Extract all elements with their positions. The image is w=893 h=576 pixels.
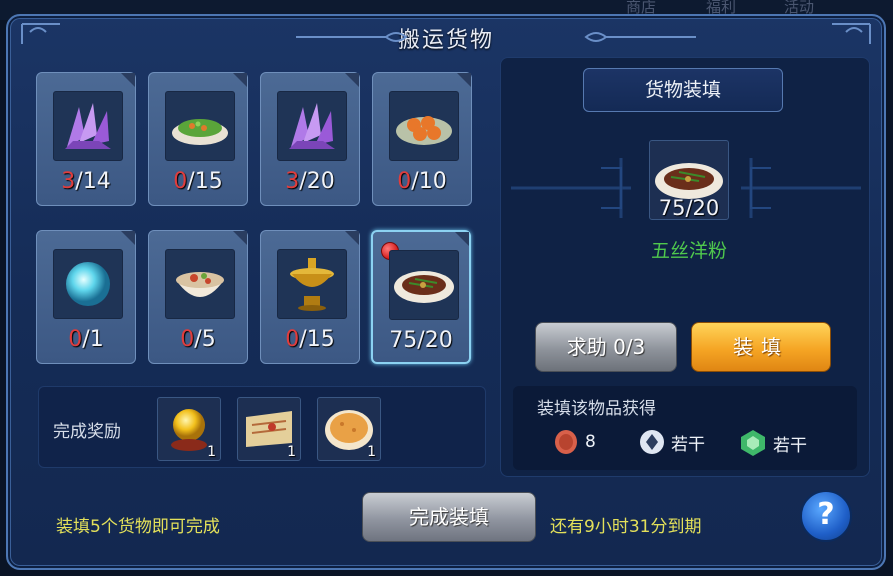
- completion-requirement-text: 装填5个货物即可完成: [56, 517, 220, 537]
- slot-current-count: 0: [68, 327, 83, 352]
- title-bar: 搬运货物: [16, 20, 876, 54]
- gain-value: 若干: [773, 435, 807, 456]
- slot-current-count: 0: [285, 327, 300, 352]
- cargo-slot-selected[interactable]: 75/20: [371, 230, 471, 364]
- slot-current-count: 0: [397, 169, 412, 194]
- slot-total-count: /15: [187, 169, 223, 194]
- complete-fill-button[interactable]: 完成装填: [362, 492, 536, 542]
- gain-panel: 装填该物品获得 8 若干 若干: [513, 386, 857, 470]
- slot-current-count: 3: [61, 169, 76, 194]
- reward-qty: 1: [367, 444, 376, 460]
- gain-value: 若干: [671, 434, 705, 455]
- slot-total-count: /14: [75, 169, 111, 194]
- pastry-plate-icon: [389, 91, 459, 161]
- cargo-slot[interactable]: 0/15: [148, 72, 248, 206]
- slot-total-count: /15: [299, 327, 335, 352]
- slot-total-count: /10: [411, 169, 447, 194]
- purple-crystal-icon: [53, 91, 123, 161]
- gain-item: 若干: [739, 428, 807, 458]
- target-name: 五丝洋粉: [650, 240, 727, 262]
- noodle-bowl-icon: [165, 249, 235, 319]
- slot-total-count: /5: [194, 327, 216, 352]
- cargo-slot[interactable]: 0/5: [148, 230, 248, 364]
- help-request-button[interactable]: 求助 0/3: [535, 322, 677, 372]
- slot-current-count: 0: [180, 327, 195, 352]
- target-count: 75/20: [658, 196, 720, 220]
- expiry-timer-text: 还有9小时31分到期: [550, 517, 702, 537]
- reward-item[interactable]: 1: [237, 397, 301, 461]
- reward-item[interactable]: 1: [317, 397, 381, 461]
- title-ornament-icon: [584, 32, 696, 42]
- reward-qty: 1: [207, 444, 216, 460]
- help-icon[interactable]: ?: [800, 490, 852, 542]
- gain-item: 若干: [639, 428, 705, 456]
- stir-fry-plate-icon: [389, 250, 459, 320]
- cargo-slot[interactable]: 0/1: [36, 230, 136, 364]
- hotpot-icon: [277, 249, 347, 319]
- completion-reward-panel: 完成奖励 1 1 1: [38, 386, 486, 468]
- blue-orb-icon: [53, 249, 123, 319]
- green-token-icon: [741, 430, 765, 456]
- purple-crystal-icon: [277, 91, 347, 161]
- slot-total-count: /20: [299, 169, 335, 194]
- slot-total-count: /1: [82, 327, 104, 352]
- slot-current-count: 0: [173, 169, 188, 194]
- slot-total-count: 75/20: [389, 328, 453, 353]
- title-ornament-icon: [296, 32, 408, 42]
- vegetable-dish-icon: [165, 91, 235, 161]
- gain-value: 8: [585, 432, 596, 452]
- fill-header: 货物装填: [583, 68, 783, 112]
- fill-panel: 货物装填 75/20 五丝洋粉 求助 0/3 装填 装填该物品获得 8 若干 若…: [500, 57, 870, 477]
- reward-qty: 1: [287, 444, 296, 460]
- slot-current-count: 3: [285, 169, 300, 194]
- cargo-slot[interactable]: 0/15: [260, 230, 360, 364]
- cargo-slot[interactable]: 3/20: [260, 72, 360, 206]
- silver-coin-icon: [640, 430, 664, 454]
- gain-title: 装填该物品获得: [537, 399, 656, 419]
- cargo-slot[interactable]: 0/10: [372, 72, 472, 206]
- copper-coin-icon: [555, 430, 577, 454]
- cargo-slot[interactable]: 3/14: [36, 72, 136, 206]
- reward-item[interactable]: 1: [157, 397, 221, 461]
- fill-button[interactable]: 装填: [691, 322, 831, 372]
- reward-label: 完成奖励: [53, 422, 121, 442]
- gain-item: 8: [553, 428, 596, 456]
